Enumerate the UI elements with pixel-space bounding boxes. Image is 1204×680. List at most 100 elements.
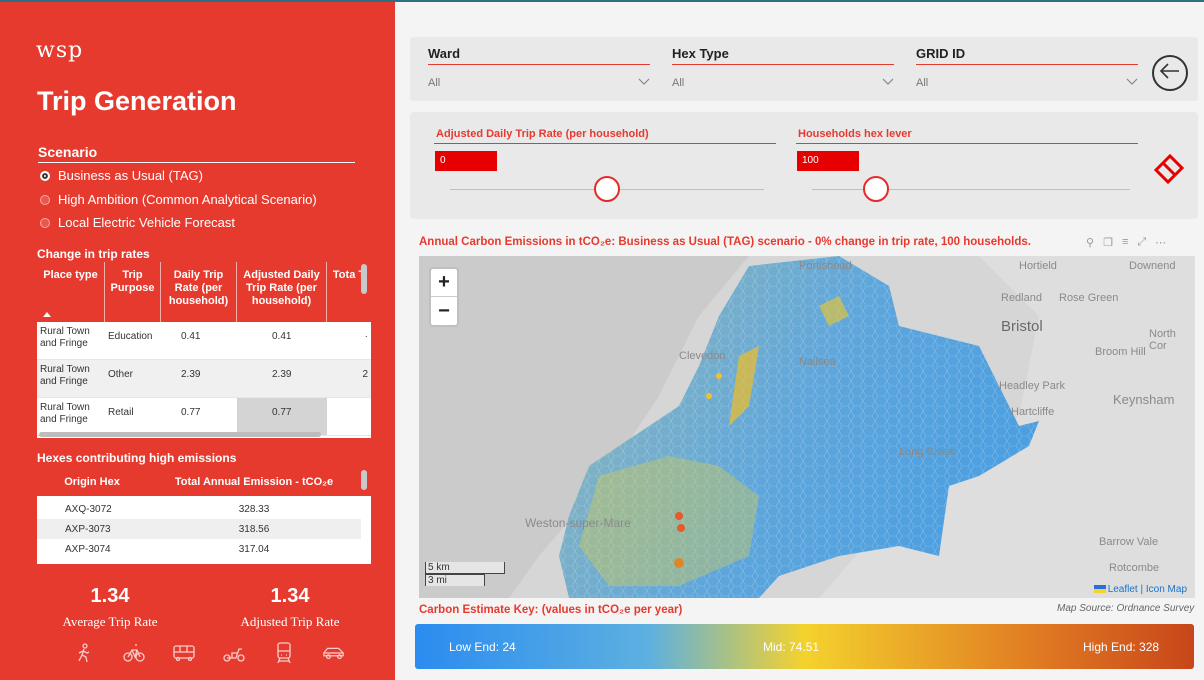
average-trip-rate-value: 1.34 — [90, 585, 130, 607]
col-trip-purpose[interactable]: Trip Purpose — [105, 262, 161, 322]
scenario-option-label: Local Electric Vehicle Forecast — [58, 215, 236, 230]
carbon-emissions-map[interactable]: Portishead Hortield Downend Redland Rose… — [419, 256, 1195, 598]
grid-id-dropdown[interactable]: All — [916, 77, 1138, 89]
col-total-emission[interactable]: Total Annual Emission - tCO₂e — [147, 476, 361, 488]
ward-dropdown[interactable]: All — [428, 77, 650, 89]
scenario-option-label: High Ambition (Common Analytical Scenari… — [58, 192, 317, 207]
hex-type-value: All — [672, 77, 685, 89]
vertical-scrollbar[interactable] — [361, 470, 367, 490]
cell: Rural Town and Fringe — [40, 402, 90, 425]
map-label: Broom Hill — [1095, 346, 1146, 358]
col-origin-hex[interactable]: Origin Hex — [37, 476, 147, 488]
cell: Rural Town and Fringe — [40, 364, 90, 387]
filter-icon[interactable]: ≡ — [1122, 236, 1128, 249]
table-row: Rural Town and Fringe Retail 0.77 0.77 — [37, 398, 371, 436]
map-label: Long Cross — [899, 446, 956, 458]
grid-id-filter[interactable]: GRID ID All — [916, 46, 1138, 89]
map-label: Hartcliffe — [1011, 406, 1055, 418]
arrow-left-icon — [1159, 62, 1180, 84]
map-attribution[interactable]: Leaflet | Icon Map — [1093, 584, 1187, 595]
radio-unselected-icon — [40, 194, 50, 205]
ward-filter[interactable]: Ward All — [428, 46, 650, 89]
hex-type-dropdown[interactable]: All — [672, 77, 894, 89]
hexes-table[interactable]: Origin Hex Total Annual Emission - tCO₂e… — [37, 468, 371, 564]
wsp-logo: wsp — [36, 38, 84, 63]
trip-rates-table[interactable]: Place type Trip Purpose Daily Trip Rate … — [37, 262, 371, 438]
map-label: Bristol — [1001, 318, 1043, 335]
map-label: Barrow Vale — [1099, 536, 1159, 548]
chevron-down-icon — [638, 77, 650, 89]
trip-rate-input[interactable]: 0 — [435, 151, 497, 171]
more-options-icon[interactable]: ⋯ — [1155, 236, 1166, 249]
zoom-out-button[interactable]: − — [431, 297, 457, 325]
map-label: Hortield — [1019, 260, 1057, 272]
focus-mode-icon[interactable]: ⤢ — [1137, 236, 1146, 249]
visual-toolbar: ⚲ ❐ ≡ ⤢ ⋯ — [1086, 236, 1166, 249]
table-header: Place type Trip Purpose Daily Trip Rate … — [37, 262, 371, 322]
map-label: Nailsea — [799, 356, 836, 368]
adjusted-trip-rate-label: Adjusted Trip Rate — [240, 614, 340, 629]
pin-icon[interactable]: ⚲ — [1086, 236, 1094, 249]
horizontal-scrollbar[interactable] — [39, 432, 321, 437]
cell: Rural Town and Fringe — [40, 326, 90, 349]
transport-mode-icons — [72, 641, 346, 665]
ward-value: All — [428, 77, 441, 89]
table-row: Rural Town and Fringe Other 2.39 2.39 2 — [37, 360, 371, 398]
table-header: Origin Hex Total Annual Emission - tCO₂e — [37, 468, 371, 496]
map-label: Clevedon — [679, 350, 726, 362]
sort-asc-icon[interactable] — [43, 312, 51, 317]
cell: Education — [108, 331, 153, 342]
divider — [434, 143, 776, 144]
radio-unselected-icon — [40, 217, 50, 228]
scenario-option-ev-forecast[interactable]: Local Electric Vehicle Forecast — [40, 215, 235, 230]
eraser-reset-icon[interactable] — [1153, 151, 1187, 190]
households-input[interactable]: 100 — [797, 151, 859, 171]
scale-mi: 3 mi — [425, 574, 485, 586]
map-label: Rose Green — [1059, 292, 1119, 304]
cell — [327, 398, 371, 435]
hex-type-filter[interactable]: Hex Type All — [672, 46, 894, 89]
hexes-heading: Hexes contributing high emissions — [37, 451, 237, 465]
cell: Retail — [108, 407, 134, 418]
col-adjusted-trip-rate[interactable]: Adjusted Daily Trip Rate (per household) — [237, 262, 327, 322]
table-row: AXP-3073 318.56 — [37, 519, 361, 539]
scenario-option-bau[interactable]: Business as Usual (TAG) — [40, 168, 203, 183]
col-daily-trip-rate[interactable]: Daily Trip Rate (per household) — [161, 262, 237, 322]
map-label: Rotcombe — [1109, 562, 1160, 574]
table-row: AXQ-3072 328.33 — [37, 499, 361, 519]
cell: 0.77 — [181, 407, 201, 418]
divider — [428, 64, 650, 65]
cell: 2.39 — [272, 369, 292, 380]
cell: 0.77 — [237, 398, 327, 435]
cell: 0.41 — [181, 331, 201, 342]
map-scale: 5 km 3 mi — [425, 562, 505, 586]
train-icon — [272, 641, 296, 665]
zoom-in-button[interactable]: + — [431, 269, 457, 297]
households-slider-track[interactable] — [812, 189, 1130, 190]
back-button[interactable] — [1152, 55, 1188, 91]
chevron-down-icon — [1126, 77, 1138, 89]
adjusted-trip-rate-value: 1.34 — [270, 585, 310, 607]
ward-label: Ward — [428, 46, 461, 61]
vertical-scrollbar[interactable] — [361, 264, 367, 294]
cell: 328.33 — [238, 503, 270, 515]
divider — [916, 64, 1138, 65]
grid-id-label: GRID ID — [916, 46, 966, 61]
chevron-down-icon — [882, 77, 894, 89]
trip-rate-slider-thumb[interactable] — [594, 176, 620, 202]
cell: AXP-3073 — [65, 523, 111, 535]
cell: AXP-3074 — [65, 543, 111, 555]
copy-icon[interactable]: ❐ — [1103, 236, 1113, 249]
zoom-control: + − — [429, 267, 459, 327]
table-row: Rural Town and Fringe Education 0.41 0.4… — [37, 322, 371, 360]
ukraine-flag-icon — [1093, 585, 1106, 594]
households-slider-thumb[interactable] — [863, 176, 889, 202]
key-title: Carbon Estimate Key: (values in tCO₂e pe… — [419, 604, 683, 616]
bus-icon — [172, 641, 196, 665]
scenario-heading: Scenario — [38, 144, 355, 163]
page-title: Trip Generation — [37, 86, 237, 116]
trip-rate-slider-label: Adjusted Daily Trip Rate (per household) — [436, 128, 649, 140]
scenario-option-high-ambition[interactable]: High Ambition (Common Analytical Scenari… — [40, 192, 317, 207]
car-icon — [322, 641, 346, 665]
scenario-option-label: Business as Usual (TAG) — [58, 168, 203, 183]
